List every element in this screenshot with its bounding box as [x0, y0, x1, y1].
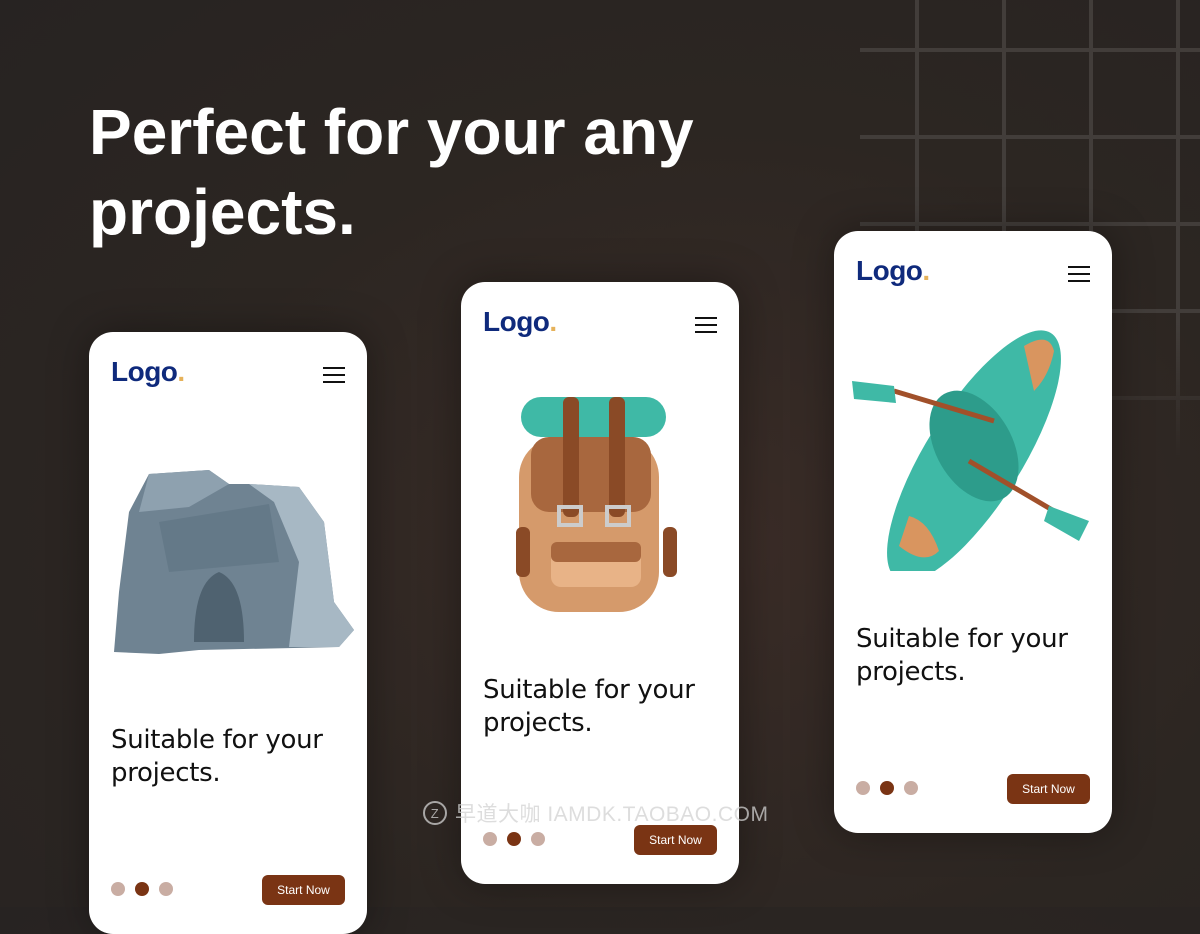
card-heading: Suitable for your projects.: [111, 725, 323, 788]
hamburger-menu-icon[interactable]: [695, 317, 717, 333]
logo[interactable]: Logo.: [856, 255, 930, 287]
dot[interactable]: [111, 882, 125, 896]
backpack-icon: [516, 397, 677, 612]
dot[interactable]: [159, 882, 173, 896]
card-heading: Suitable for your projects.: [856, 624, 1068, 687]
start-now-button[interactable]: Start Now: [262, 875, 345, 905]
dot[interactable]: [483, 832, 497, 846]
phone-card-rock: Logo. Suitable for your projects. Start …: [89, 332, 367, 934]
pagination-dots: [856, 781, 918, 795]
logo[interactable]: Logo.: [111, 356, 185, 388]
pagination-dots: [111, 882, 173, 896]
page-headline: Perfect for your any projects.: [89, 96, 694, 248]
dot[interactable]: [904, 781, 918, 795]
hamburger-menu-icon[interactable]: [323, 367, 345, 383]
phone-card-kayak: Logo. Suitable for your projects. Start …: [834, 231, 1112, 833]
hamburger-menu-icon[interactable]: [1068, 266, 1090, 282]
dot-active[interactable]: [880, 781, 894, 795]
watermark: Z 早道大咖 IAMDK.TAOBAO.COM: [423, 798, 768, 828]
dot[interactable]: [856, 781, 870, 795]
watermark-logo-icon: Z: [423, 801, 447, 825]
start-now-button[interactable]: Start Now: [1007, 774, 1090, 804]
dot-active[interactable]: [507, 832, 521, 846]
card-heading: Suitable for your projects.: [483, 675, 695, 738]
dot[interactable]: [531, 832, 545, 846]
pagination-dots: [483, 832, 545, 846]
logo[interactable]: Logo.: [483, 306, 557, 338]
phone-card-backpack: Logo. Suitable for your projects. Start …: [461, 282, 739, 884]
rock-icon: [114, 470, 354, 654]
dot-active[interactable]: [135, 882, 149, 896]
start-now-button[interactable]: Start Now: [634, 825, 717, 855]
kayak-icon: [852, 330, 1089, 571]
